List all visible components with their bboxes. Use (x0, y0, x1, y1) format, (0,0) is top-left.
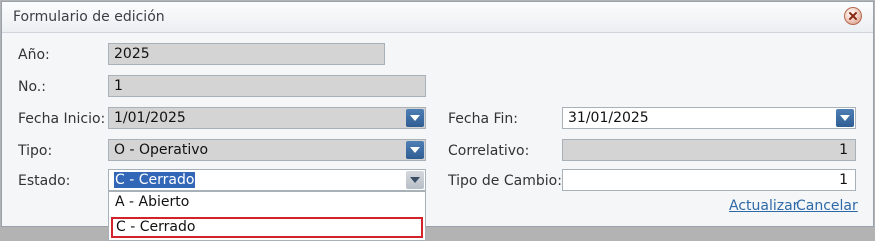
fecha-fin-field[interactable]: 31/01/2025 (562, 107, 856, 129)
chevron-down-icon (410, 177, 420, 183)
fecha-inicio-field[interactable]: 1/01/2025 (108, 107, 426, 129)
estado-dropdown-button[interactable] (406, 171, 424, 189)
anio-label: Año: (18, 47, 50, 63)
estado-label: Estado: (18, 173, 71, 189)
fecha-fin-value: 31/01/2025 (568, 110, 649, 126)
anio-field: 2025 (108, 43, 385, 65)
cancelar-link[interactable]: Cancelar (796, 198, 858, 214)
tipo-label: Tipo: (18, 143, 53, 159)
chevron-down-icon (840, 115, 850, 121)
numero-field: 1 (108, 75, 426, 97)
fecha-inicio-value: 1/01/2025 (114, 110, 186, 126)
tipo-field[interactable]: O - Operativo (108, 139, 426, 161)
estado-select[interactable]: C - Cerrado (108, 169, 426, 191)
numero-label: No.: (18, 79, 46, 95)
fecha-inicio-dropdown-button[interactable] (406, 109, 424, 127)
chevron-down-icon (410, 115, 420, 121)
estado-dropdown-list: A - Abierto C - Cerrado (108, 191, 426, 241)
title-bar: Formulario de edición (2, 2, 873, 33)
actualizar-link[interactable]: Actualizar (729, 198, 798, 214)
close-button[interactable] (844, 7, 862, 25)
close-icon (849, 12, 857, 20)
tipo-value: O - Operativo (114, 142, 209, 158)
correlativo-label: Correlativo: (448, 143, 530, 159)
fecha-inicio-label: Fecha Inicio: (18, 111, 106, 127)
tipo-dropdown-button[interactable] (406, 141, 424, 159)
tipo-cambio-input[interactable]: 1 (562, 169, 856, 191)
window-title: Formulario de edición (13, 9, 165, 25)
fecha-fin-label: Fecha Fin: (448, 111, 519, 127)
correlativo-field: 1 (562, 139, 856, 161)
estado-option-abierto[interactable]: A - Abierto (111, 193, 423, 214)
estado-option-cerrado[interactable]: C - Cerrado (111, 217, 423, 238)
tipo-cambio-label: Tipo de Cambio: (448, 173, 562, 189)
chevron-down-icon (410, 147, 420, 153)
estado-value: C - Cerrado (114, 172, 196, 188)
fecha-fin-dropdown-button[interactable] (836, 109, 854, 127)
